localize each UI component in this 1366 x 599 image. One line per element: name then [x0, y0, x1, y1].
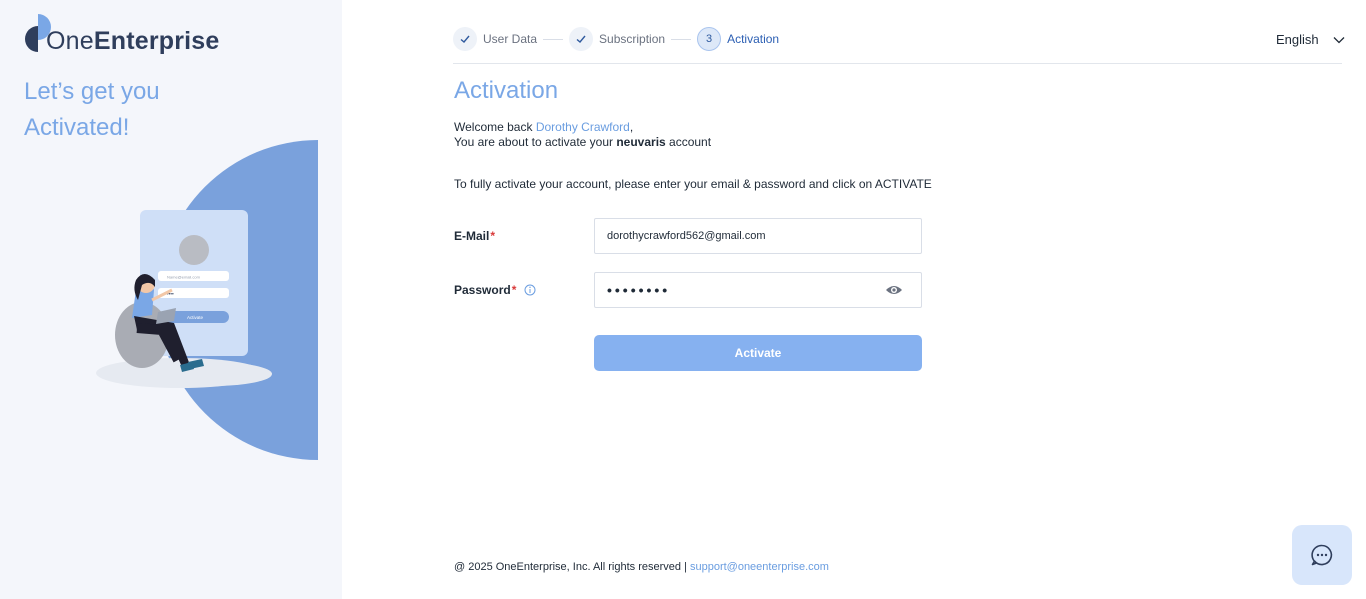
step-user-data-circle	[453, 27, 477, 51]
step-subscription[interactable]: Subscription	[569, 27, 665, 51]
password-label-text: Password	[454, 283, 511, 297]
page-title: Activation	[454, 77, 559, 104]
password-value: ••••••••	[607, 282, 671, 298]
welcome-prefix: Welcome back	[454, 120, 536, 134]
account-suffix: account	[665, 135, 712, 149]
step-connector	[671, 38, 692, 40]
check-icon	[576, 35, 586, 43]
left-panel: OneEnterprise Let’s get you Activated! N…	[0, 0, 342, 599]
chat-button[interactable]	[1292, 525, 1352, 585]
step-subscription-circle	[569, 27, 594, 51]
tagline: Let’s get you Activated!	[24, 78, 160, 141]
progress-stepper: User Data Subscription 3 Activation	[453, 27, 779, 51]
info-icon[interactable]	[524, 284, 536, 296]
activation-illustration: Name@email.com ••••• Activate	[96, 140, 318, 460]
welcome-message: Welcome back Dorothy Crawford, You are a…	[454, 120, 711, 150]
copyright-text: @ 2025 OneEnterprise, Inc. All rights re…	[454, 561, 690, 573]
brand-name-part2: Enterprise	[93, 27, 220, 55]
illustration-button-text: Activate	[187, 315, 204, 320]
user-name: Dorothy Crawford	[535, 120, 630, 134]
instructions-text: To fully activate your account, please e…	[454, 177, 932, 191]
chevron-down-icon	[1333, 36, 1345, 43]
brand-logo: OneEnterprise	[24, 14, 220, 54]
required-mark: *	[511, 283, 517, 297]
step-connector	[543, 38, 564, 40]
step-activation-number: 3	[697, 27, 722, 51]
welcome-suffix: ,	[629, 120, 634, 134]
account-prefix: You are about to activate your	[454, 135, 617, 149]
language-selector[interactable]: English	[1276, 32, 1345, 47]
activate-button[interactable]: Activate	[594, 335, 922, 371]
step-activation[interactable]: 3 Activation	[697, 27, 779, 51]
required-mark: *	[490, 229, 496, 243]
check-icon	[460, 35, 470, 43]
email-value: dorothycrawford562@gmail.com	[607, 230, 766, 242]
email-label-text: E-Mail	[454, 229, 490, 243]
brand-name: OneEnterprise	[46, 29, 220, 54]
illustration-avatar	[179, 235, 209, 265]
illustration-email-text: Name@email.com	[167, 275, 201, 280]
email-field[interactable]: dorothycrawford562@gmail.com	[594, 218, 922, 254]
footer: @ 2025 OneEnterprise, Inc. All rights re…	[454, 561, 829, 573]
email-label: E-Mail *	[454, 229, 495, 243]
support-email-link[interactable]: support@oneenterprise.com	[690, 561, 829, 573]
step-user-data[interactable]: User Data	[453, 27, 537, 51]
step-activation-label: Activation	[727, 32, 780, 46]
language-selected: English	[1276, 32, 1319, 47]
eye-icon[interactable]	[885, 283, 903, 297]
logo-mark-icon	[25, 14, 51, 52]
welcome-line: Welcome back Dorothy Crawford,	[454, 120, 711, 135]
account-line: You are about to activate your neuvaris …	[454, 135, 711, 150]
password-field[interactable]: ••••••••	[594, 272, 922, 308]
header-divider	[453, 63, 1342, 64]
password-label: Password *	[454, 283, 536, 297]
account-name: neuvaris	[616, 135, 666, 149]
chat-icon	[1311, 544, 1333, 566]
brand-name-part1: One	[46, 27, 94, 55]
step-subscription-label: Subscription	[599, 32, 666, 46]
step-user-data-label: User Data	[483, 32, 538, 46]
